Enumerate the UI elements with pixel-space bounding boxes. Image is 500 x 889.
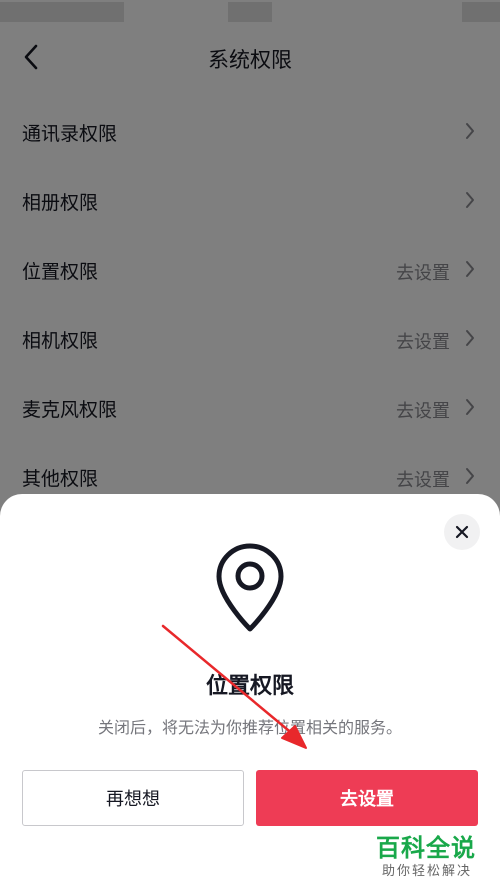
location-pin-icon bbox=[216, 543, 284, 632]
go-to-settings-button[interactable]: 去设置 bbox=[256, 770, 478, 826]
dialog-title: 位置权限 bbox=[205, 674, 294, 699]
dialog-description: 关闭后，将无法为你推荐位置相关的服务。 bbox=[97, 718, 402, 737]
close-icon bbox=[455, 525, 469, 539]
watermark: 百科全说 助你轻松解决 bbox=[366, 826, 500, 889]
watermark-subtitle: 助你轻松解决 bbox=[382, 864, 473, 879]
reconsider-button[interactable]: 再想想 bbox=[22, 770, 244, 826]
watermark-title: 百科全说 bbox=[376, 834, 476, 862]
close-button[interactable] bbox=[444, 514, 480, 550]
